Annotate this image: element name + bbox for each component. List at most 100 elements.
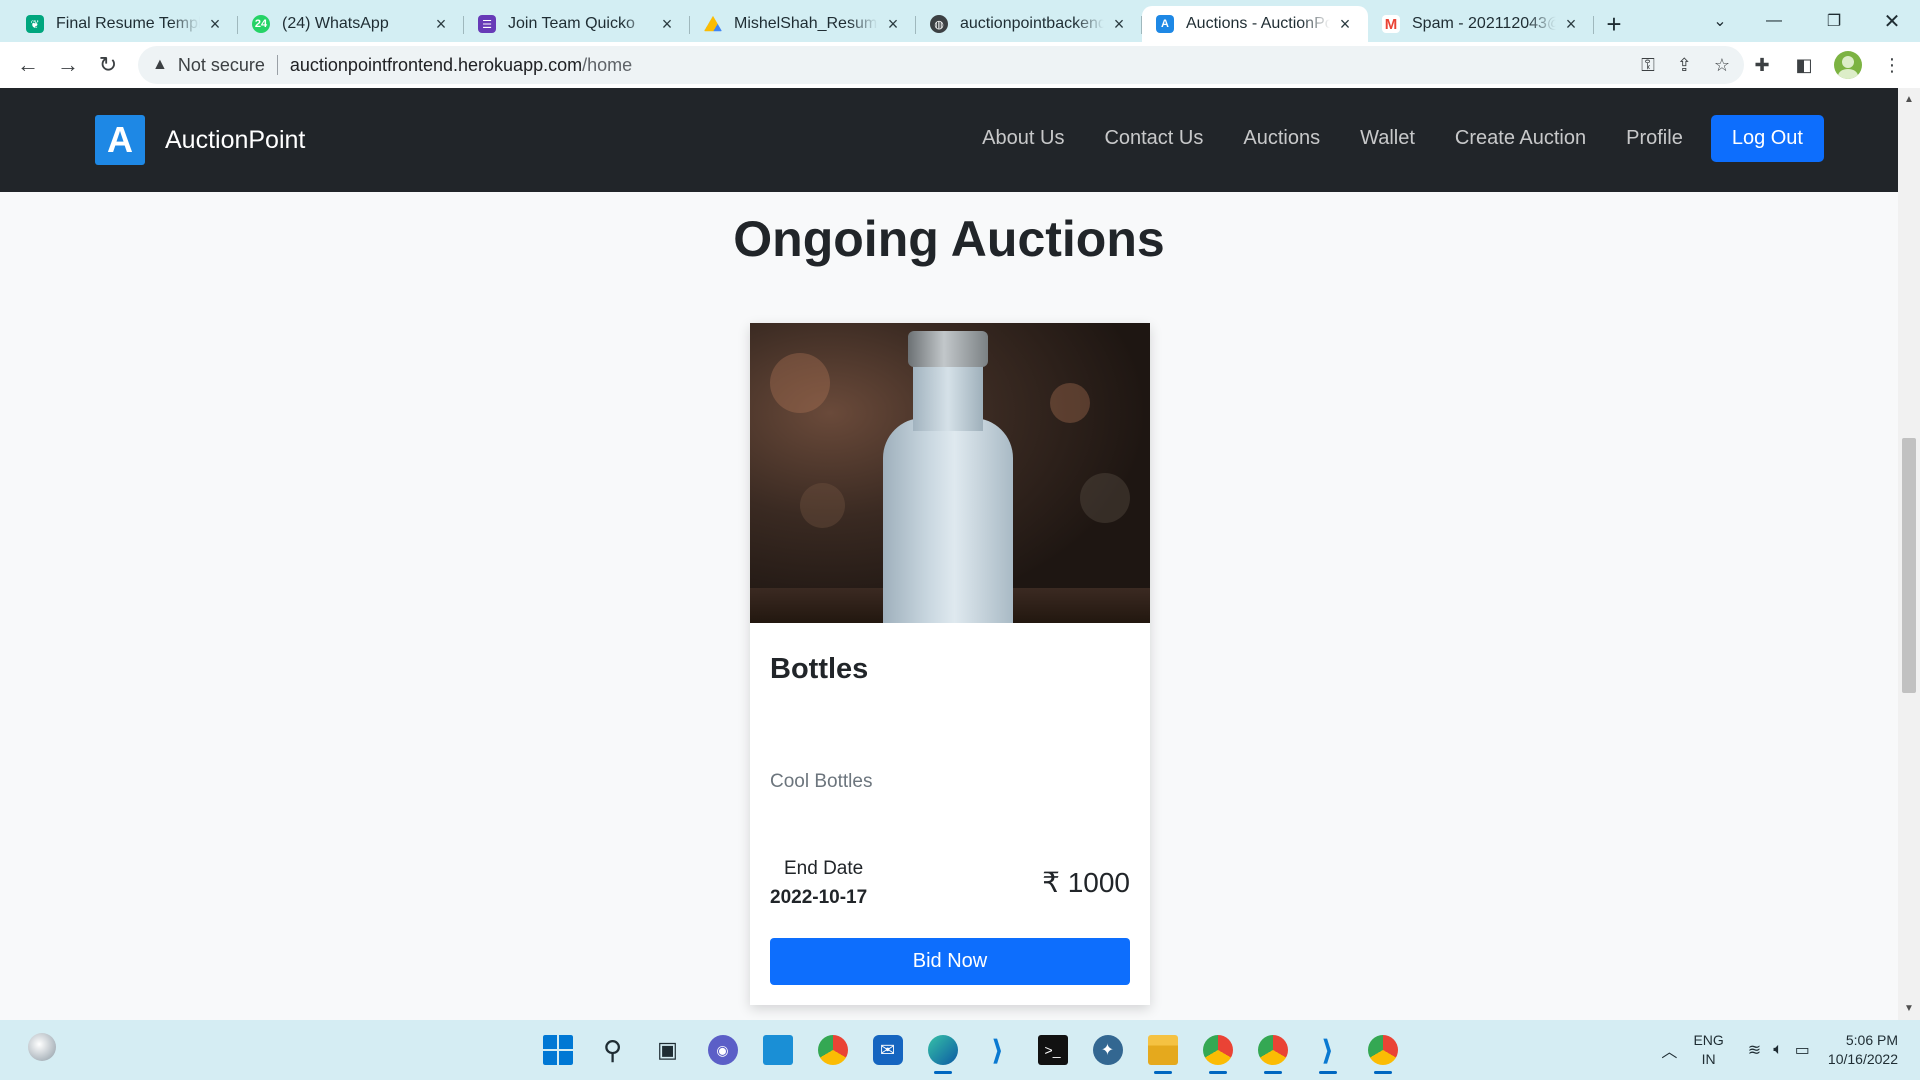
browser-tab[interactable]: ◍ auctionpointbackend × [916,6,1142,42]
close-icon[interactable]: × [1562,14,1580,35]
windows-logo-icon [542,1035,573,1065]
battery-icon[interactable]: ▭ [1795,1040,1810,1060]
wifi-icon[interactable]: ≋ [1748,1040,1761,1060]
end-date-value: 2022-10-17 [770,887,868,908]
tab-title: (24) WhatsApp [282,15,389,32]
chat-icon: ◉ [707,1035,738,1065]
input-language-indicator[interactable]: ENG IN [1693,1031,1723,1069]
close-icon[interactable]: × [1110,14,1128,35]
taskbar-search[interactable]: ⚲ [585,1020,640,1080]
side-panel-icon[interactable]: ◧ [1792,53,1816,77]
taskbar-terminal[interactable]: >_ [1025,1020,1080,1080]
extensions-puzzle-icon[interactable]: ✚ [1750,53,1774,77]
browser-tab[interactable]: 24 (24) WhatsApp × [238,6,464,42]
restore-button[interactable]: ❐ [1806,0,1862,42]
folder-icon [1147,1035,1178,1065]
nav-about-us[interactable]: About Us [962,127,1084,150]
star-icon[interactable]: ☆ [1714,55,1730,76]
browser-tab-strip: ❦ Final Resume Template × 24 (24) WhatsA… [0,0,1920,42]
brand-logo-icon: A [95,115,145,165]
taskbar-desktop[interactable] [750,1020,805,1080]
tab-title: Spam - 202112043@daiict [1412,15,1556,32]
security-label[interactable]: Not secure [178,55,265,76]
forward-arrow-icon[interactable]: → [48,47,88,83]
taskbar-chat[interactable]: ◉ [695,1020,750,1080]
share-icon[interactable]: ⇪ [1677,55,1692,76]
browser-tab[interactable]: M Spam - 202112043@daiict × [1368,6,1594,42]
system-clock[interactable]: 5:06 PM 10/16/2022 [1828,1031,1898,1069]
address-bar[interactable]: ▲ Not secure auctionpointfrontend.heroku… [138,46,1744,84]
brand-name: AuctionPoint [165,125,306,154]
windows-taskbar: ⚲ ▣ ◉ ✉ ⟩ >_ ✦ ⟩ ︿ ENG IN ≋ 🔈︎ ▭ 5:06 PM… [0,1020,1920,1080]
close-icon[interactable]: × [432,14,450,35]
browser-tab[interactable]: ☰ Join Team Quicko × [464,6,690,42]
taskbar-chrome-profile[interactable] [1245,1020,1300,1080]
chrome-icon [817,1035,848,1065]
url-host[interactable]: auctionpointfrontend.herokuapp.com [290,55,582,76]
key-icon[interactable]: ⚿ [1641,55,1655,76]
taskbar-file-explorer[interactable] [1135,1020,1190,1080]
browser-tab[interactable]: MishelShah_Resume × [690,6,916,42]
taskbar-chrome-profile-2[interactable] [1355,1020,1410,1080]
browser-tab-active[interactable]: A Auctions - AuctionPoint × [1142,6,1368,42]
nav-contact-us[interactable]: Contact Us [1084,127,1223,150]
taskbar-vscode[interactable]: ⟩ [970,1020,1025,1080]
vscode-icon: ⟩ [991,1034,1004,1066]
close-icon[interactable]: × [658,14,676,35]
page-title: Ongoing Auctions [733,211,1165,267]
taskbar-chrome[interactable] [805,1020,860,1080]
tab-title: Join Team Quicko [508,15,635,32]
edge-icon [927,1035,958,1065]
auction-title: Bottles [770,653,869,685]
auction-card: Bottles Cool Bottles End Date 2022-10-17… [750,323,1150,1005]
volume-icon[interactable]: 🔈︎ [1773,1041,1783,1059]
start-button[interactable] [530,1020,585,1080]
tab-search-chevron-icon[interactable]: ⌄ [1692,0,1748,42]
close-icon[interactable]: × [206,14,224,35]
close-window-button[interactable]: ✕ [1864,0,1920,42]
back-arrow-icon[interactable]: ← [8,47,48,83]
forms-icon: ☰ [478,15,496,33]
chevron-up-icon[interactable]: ︿ [1661,1038,1677,1062]
clock-time: 5:06 PM [1845,1032,1898,1048]
scrollbar-thumb[interactable] [1902,438,1916,693]
chrome-icon [1257,1035,1288,1065]
system-tray: ︿ ENG IN ≋ 🔈︎ ▭ 5:06 PM 10/16/2022 [1655,1020,1920,1080]
profile-avatar[interactable] [1834,51,1862,79]
postgres-elephant-icon: ✦ [1092,1035,1123,1065]
clock-date: 10/16/2022 [1827,1051,1898,1067]
gmail-icon: M [1382,15,1400,33]
warning-triangle-icon[interactable]: ▲ [152,56,168,74]
search-icon: ⚲ [602,1034,623,1065]
kebab-menu-icon[interactable]: ⋮ [1880,53,1904,77]
minimize-button[interactable]: — [1746,0,1802,42]
taskbar-chrome-active[interactable] [1190,1020,1245,1080]
taskbar-postgres[interactable]: ✦ [1080,1020,1135,1080]
bottle-graphic [883,418,1013,623]
browser-tab[interactable]: ❦ Final Resume Template × [12,6,238,42]
taskbar-edge[interactable] [915,1020,970,1080]
reload-icon[interactable]: ↻ [88,47,128,83]
new-tab-button[interactable]: + [1594,6,1634,42]
close-icon[interactable]: × [884,14,902,35]
nav-profile[interactable]: Profile [1606,127,1703,150]
auction-description: Cool Bottles [770,771,873,792]
brand-link[interactable]: A AuctionPoint [95,115,305,165]
scroll-down-arrow-icon[interactable]: ▼ [1904,1003,1914,1014]
url-path[interactable]: /home [582,55,632,76]
terminal-icon: >_ [1037,1035,1068,1065]
auction-price: ₹ 1000 [1042,867,1130,898]
nav-create-auction[interactable]: Create Auction [1435,127,1606,150]
nav-wallet[interactable]: Wallet [1340,127,1435,150]
bid-now-button[interactable]: Bid Now [770,938,1130,985]
logout-button[interactable]: Log Out [1710,115,1824,162]
page-scrollbar[interactable]: ▲ ▼ [1898,88,1920,1020]
nav-auctions[interactable]: Auctions [1223,127,1340,150]
weather-widget-icon[interactable] [28,1033,56,1061]
close-icon[interactable]: × [1336,14,1354,35]
taskbar-vscode-2[interactable]: ⟩ [1300,1020,1355,1080]
scroll-up-arrow-icon[interactable]: ▲ [1904,94,1914,105]
taskbar-mail[interactable]: ✉ [860,1020,915,1080]
taskbar-task-view[interactable]: ▣ [640,1020,695,1080]
tab-title: Auctions - AuctionPoint [1186,15,1330,32]
